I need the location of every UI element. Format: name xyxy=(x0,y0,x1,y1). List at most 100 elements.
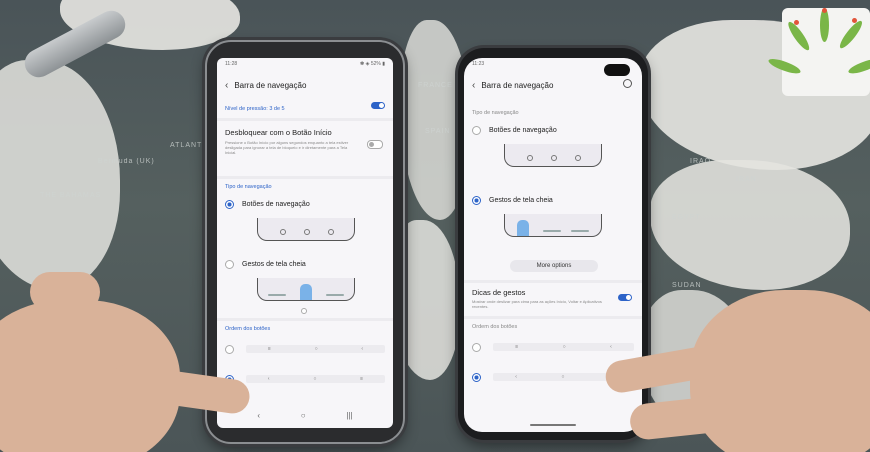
order-option-a[interactable]: ≡ ○ ‹ xyxy=(225,344,385,354)
back-arrow-icon[interactable]: ‹ xyxy=(472,80,475,91)
preview-home-icon xyxy=(551,155,557,161)
page-title: Barra de navegação xyxy=(234,80,307,90)
map-label: Bermuda (UK) xyxy=(98,158,155,165)
order-key: ○ xyxy=(314,346,318,352)
preview-recent-icon xyxy=(280,229,286,235)
gesture-glow-icon xyxy=(517,220,529,236)
divider xyxy=(217,118,393,121)
radio-unselected-icon[interactable] xyxy=(472,342,481,352)
gesture-bar-icon xyxy=(543,230,561,232)
map-label: SPAIN xyxy=(425,128,451,135)
status-time: 11:28 xyxy=(225,61,238,67)
order-option-a[interactable]: ≡ ○ ‹ xyxy=(472,342,634,352)
unlock-title: Desbloquear com o Botão Início xyxy=(225,128,332,137)
sysnav-recent-icon[interactable]: ||| xyxy=(346,411,352,420)
plant-leaf xyxy=(820,8,829,42)
divider xyxy=(217,318,393,321)
plant-leaf xyxy=(785,19,813,53)
status-time: 11:23 xyxy=(472,61,485,67)
sysnav-home-icon[interactable]: ○ xyxy=(301,411,306,420)
option-gestures[interactable]: Gestos de tela cheia xyxy=(472,194,634,206)
sensitivity-label: Nível de pressão: 3 de 5 xyxy=(225,106,285,112)
divider xyxy=(217,176,393,179)
plant-tip xyxy=(794,20,799,25)
radio-unselected-icon[interactable] xyxy=(225,259,234,269)
map-label: THE BAHAMAS xyxy=(40,192,102,199)
order-key: ○ xyxy=(313,376,317,382)
gesture-bar-icon xyxy=(571,230,589,232)
divider xyxy=(464,280,642,283)
gesture-bar-icon xyxy=(268,294,286,296)
page-indicator-icon xyxy=(301,308,307,314)
option-label: Gestos de tela cheia xyxy=(489,196,553,204)
sysnav-back-icon[interactable]: ‹ xyxy=(257,411,260,420)
app-bar: ‹ Barra de navegação xyxy=(217,74,393,96)
order-preview: ≡ ○ ‹ xyxy=(246,345,385,353)
order-key: ○ xyxy=(561,374,565,380)
more-options-button[interactable]: More options xyxy=(510,260,598,272)
sensitivity-toggle[interactable] xyxy=(371,102,385,109)
nav-buttons-preview xyxy=(504,144,602,167)
status-bar: 11:23 xyxy=(472,61,634,69)
option-label: Gestos de tela cheia xyxy=(242,260,306,268)
hints-toggle[interactable] xyxy=(618,294,632,301)
app-bar: ‹ Barra de navegação xyxy=(464,74,642,96)
search-icon[interactable] xyxy=(623,79,632,88)
radio-selected-icon[interactable] xyxy=(225,199,234,209)
plant-tip xyxy=(852,18,857,23)
status-bar: 11:28 ✽ ◈ 52% ▮ xyxy=(225,61,385,69)
plant-leaf xyxy=(836,18,865,51)
order-key: ○ xyxy=(562,344,566,350)
order-key: ‹ xyxy=(610,344,612,350)
order-key: ‹ xyxy=(515,374,517,380)
section-nav-type: Tipo de navegação xyxy=(225,184,272,190)
gesture-bar-icon xyxy=(326,294,344,296)
radio-unselected-icon[interactable] xyxy=(472,125,481,135)
phone-left-screen: 11:28 ✽ ◈ 52% ▮ ‹ Barra de navegação Nív… xyxy=(217,58,393,428)
radio-selected-icon[interactable] xyxy=(472,372,481,382)
order-preview: ‹ ○ ≡ xyxy=(246,375,385,383)
map-label: IRAN xyxy=(736,176,757,183)
plant-leaf xyxy=(846,56,870,77)
page-title: Barra de navegação xyxy=(481,80,554,90)
photo-scene: ATLANTIC SPAIN FRANCE IRAN IRAQ EGYPT SU… xyxy=(0,0,870,452)
preview-back-icon xyxy=(575,155,581,161)
preview-home-icon xyxy=(304,229,310,235)
order-key: ≡ xyxy=(267,346,271,352)
order-option-b[interactable]: ‹ ○ ≡ xyxy=(225,374,385,384)
option-nav-buttons[interactable]: Botões de navegação xyxy=(472,124,634,136)
map-label: EGYPT xyxy=(672,214,701,221)
hints-title: Dicas de gestos xyxy=(472,288,526,297)
unlock-description: Pressione o Botão Início por alguns segu… xyxy=(225,140,349,155)
section-order: Ordem dos botões xyxy=(472,324,518,330)
preview-recent-icon xyxy=(527,155,533,161)
nav-buttons-preview xyxy=(257,218,355,241)
radio-unselected-icon[interactable] xyxy=(225,344,234,354)
section-order: Ordem dos botões xyxy=(225,326,271,332)
preview-back-icon xyxy=(328,229,334,235)
gesture-glow-icon xyxy=(300,284,312,300)
radio-selected-icon[interactable] xyxy=(472,195,481,205)
back-arrow-icon[interactable]: ‹ xyxy=(225,80,228,91)
plant-tip xyxy=(822,8,827,13)
hints-description: Mostrar onde deslizar para cima para as … xyxy=(472,299,602,309)
unlock-toggle[interactable] xyxy=(367,140,383,149)
potted-plant xyxy=(767,8,870,96)
order-key: ≡ xyxy=(515,344,519,350)
order-preview: ≡ ○ ‹ xyxy=(493,343,634,351)
order-key: ≡ xyxy=(360,376,364,382)
left-thumb xyxy=(30,272,100,312)
gestures-preview xyxy=(504,214,602,237)
option-gestures[interactable]: Gestos de tela cheia xyxy=(225,258,385,270)
map-label: IRAQ xyxy=(690,158,712,165)
gestures-preview xyxy=(257,278,355,301)
divider xyxy=(464,316,642,319)
section-nav-type: Tipo de navegação xyxy=(472,110,519,116)
system-nav-bar: ‹ ○ ||| xyxy=(237,411,373,420)
map-label: FRANCE xyxy=(418,82,453,89)
option-label: Botões de navegação xyxy=(242,200,310,208)
option-nav-buttons[interactable]: Botões de navegação xyxy=(225,198,385,210)
map-label: SUDAN xyxy=(672,282,702,289)
option-label: Botões de navegação xyxy=(489,126,557,134)
home-gesture-bar[interactable] xyxy=(530,424,576,426)
